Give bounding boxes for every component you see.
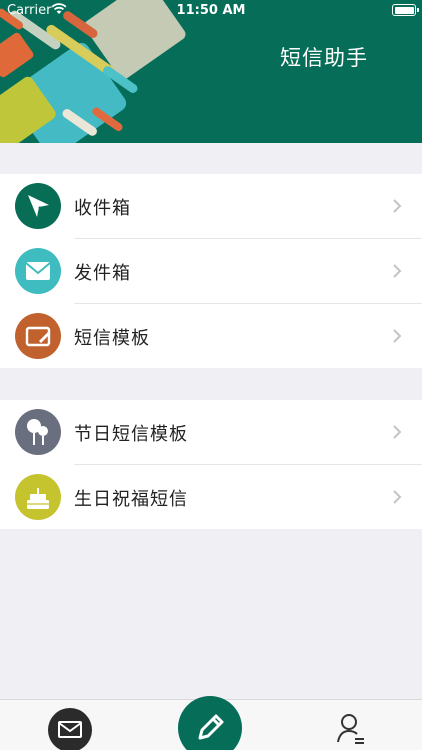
compose-button[interactable] bbox=[178, 696, 242, 750]
pencil-icon bbox=[198, 714, 224, 740]
chevron-right-icon bbox=[393, 264, 402, 278]
sms-template-label: 短信模板 bbox=[74, 328, 150, 349]
holiday-template-row[interactable]: 节日短信模板 bbox=[0, 400, 422, 465]
chevron-right-icon bbox=[393, 490, 402, 504]
chevron-right-icon bbox=[393, 425, 402, 439]
app-header: Carrier 11:50 AM 短信助手 bbox=[0, 0, 422, 143]
inbox-label: 收件箱 bbox=[74, 198, 131, 219]
tab-bar bbox=[0, 696, 422, 750]
mail-tab-button[interactable] bbox=[48, 708, 92, 750]
page-title: 短信助手 bbox=[280, 46, 368, 70]
menu-group-templates: 节日短信模板 生日祝福短信 bbox=[0, 400, 422, 529]
envelope-icon bbox=[15, 248, 61, 294]
status-bar: Carrier 11:50 AM bbox=[0, 0, 422, 22]
chevron-right-icon bbox=[393, 329, 402, 343]
mail-icon bbox=[58, 721, 82, 738]
outbox-row[interactable]: 发件箱 bbox=[0, 239, 422, 304]
sms-template-row[interactable]: 短信模板 bbox=[0, 304, 422, 369]
birthday-sms-label: 生日祝福短信 bbox=[74, 489, 188, 510]
chevron-right-icon bbox=[393, 199, 402, 213]
holiday-template-label: 节日短信模板 bbox=[74, 424, 188, 445]
outbox-label: 发件箱 bbox=[74, 263, 131, 284]
menu-group-messages: 收件箱 发件箱 短信模板 bbox=[0, 174, 422, 368]
user-icon bbox=[337, 714, 364, 744]
battery-icon bbox=[392, 4, 419, 16]
cake-icon bbox=[15, 474, 61, 520]
paper-plane-icon bbox=[15, 183, 61, 229]
lollipop-icon bbox=[15, 409, 61, 455]
inbox-row[interactable]: 收件箱 bbox=[0, 174, 422, 239]
status-time: 11:50 AM bbox=[176, 3, 246, 18]
birthday-sms-row[interactable]: 生日祝福短信 bbox=[0, 465, 422, 530]
edit-template-icon bbox=[15, 313, 61, 359]
profile-tab-button[interactable] bbox=[336, 712, 366, 746]
